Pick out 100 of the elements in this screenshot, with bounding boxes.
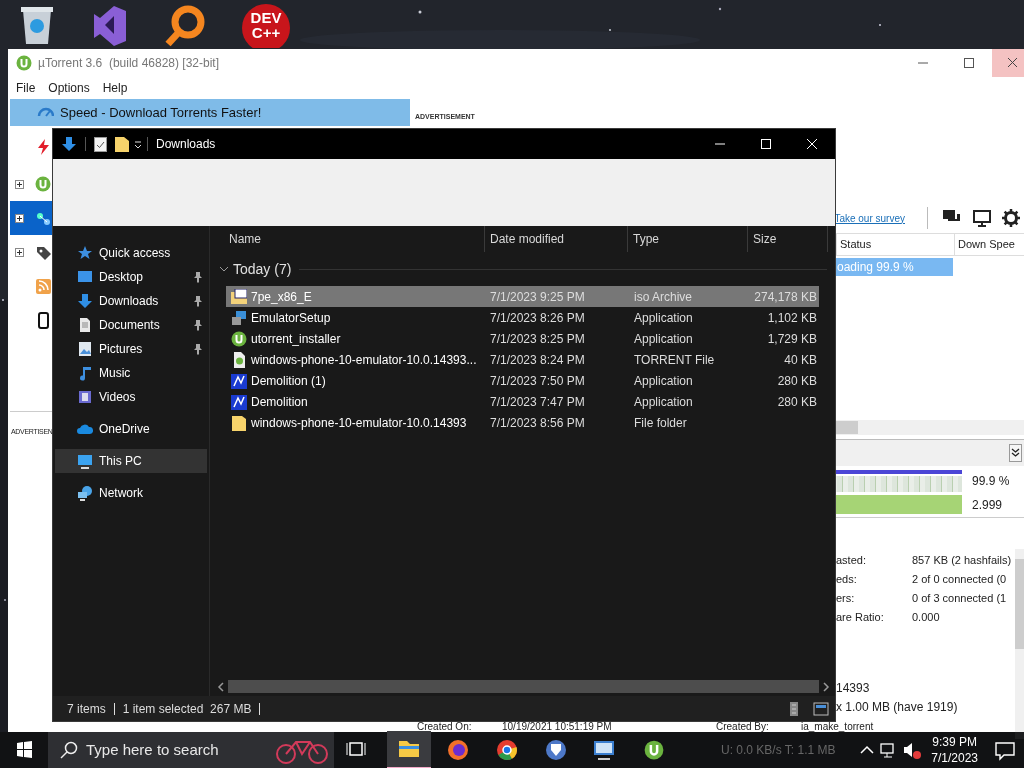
- date-cell-text: 7/1/2023 8:25 PM: [489, 330, 586, 348]
- pin-icon[interactable]: [192, 295, 204, 307]
- details-view-icon[interactable]: [787, 700, 801, 717]
- date-cell-text: 7/1/2023 9:25 PM: [489, 288, 586, 306]
- nav-item[interactable]: OneDrive: [55, 417, 207, 441]
- size-cell-text: 280 KB: [776, 393, 818, 411]
- network-icon: [77, 485, 93, 501]
- date-cell-text: 7/1/2023 8:26 PM: [489, 309, 586, 327]
- column-header[interactable]: Down Spee: [954, 234, 1022, 255]
- music-note-icon: [77, 365, 93, 381]
- monitor-icon[interactable]: [972, 209, 992, 227]
- column-header[interactable]: Type: [628, 226, 748, 252]
- group-header[interactable]: Today (7): [233, 258, 292, 280]
- file-row[interactable]: 7pe_x86_E 7/1/2023 9:25 PM iso Archive 274,178 KB: [226, 286, 819, 307]
- clock-date[interactable]: 7/1/2023: [931, 750, 978, 766]
- logo-text: C++: [251, 25, 281, 40]
- pictures-icon: [77, 341, 93, 357]
- desktop-icon: [77, 269, 93, 285]
- nav-item[interactable]: Videos: [55, 385, 207, 409]
- download-arrow-icon: [77, 293, 93, 309]
- field-label: are Ratio:: [836, 610, 885, 626]
- survey-link[interactable]: Take our survey: [834, 210, 905, 226]
- file-row[interactable]: Demolition (1) 7/1/2023 7:50 PM Application 280 KB: [226, 370, 819, 391]
- size-cell-text: 274,178 KB: [753, 288, 818, 306]
- nav-item[interactable]: Documents: [55, 313, 207, 337]
- expand-icon[interactable]: [15, 247, 25, 257]
- star-icon: [77, 245, 93, 261]
- file-row[interactable]: Demolition 7/1/2023 7:47 PM Application 280 KB: [226, 391, 819, 412]
- nav-item[interactable]: Music: [55, 361, 207, 385]
- nav-item[interactable]: Desktop: [55, 265, 207, 289]
- sidebar-item[interactable]: Speed - Download Torrents Faster!: [10, 99, 410, 126]
- folder-icon[interactable]: [115, 136, 129, 152]
- scroll-left-icon[interactable]: [216, 680, 226, 693]
- field-label: ers:: [836, 591, 856, 607]
- file-name: 7pe_x86_E: [251, 288, 312, 306]
- scrollbar[interactable]: [836, 420, 1024, 435]
- file-row[interactable]: windows-phone-10-emulator-10.0.14393 7/1/2023 8:56 PM File folder: [226, 412, 819, 433]
- type-cell-text: Application: [633, 393, 694, 411]
- expand-icon[interactable]: [15, 179, 25, 189]
- logo-text: DEV: [250, 10, 282, 25]
- clock-time[interactable]: 9:39 PM: [932, 734, 977, 750]
- devcpp-icon[interactable]: DEV C++: [242, 4, 290, 48]
- field-value: 10/19/2021 10:51:19 PM: [502, 722, 613, 732]
- menu-item[interactable]: File: [16, 79, 36, 97]
- column-header[interactable]: Size: [748, 226, 828, 252]
- file-row[interactable]: EmulatorSetup 7/1/2023 8:26 PM Application 1,102 KB: [226, 307, 819, 328]
- nav-item[interactable]: Downloads: [55, 289, 207, 313]
- collapse-icon[interactable]: [1009, 444, 1022, 462]
- menu-item[interactable]: Help: [102, 79, 128, 97]
- file-name: Demolition (1): [251, 372, 326, 390]
- window-title: Downloads: [156, 136, 216, 153]
- file-name: windows-phone-10-emulator-10.0.14393: [251, 414, 467, 432]
- menu-item[interactable]: Options: [48, 79, 90, 97]
- film-icon: [77, 389, 93, 405]
- date-cell-text: 7/1/2023 7:50 PM: [489, 372, 586, 390]
- date-cell-text: 7/1/2023 8:24 PM: [489, 351, 586, 369]
- search-icon: [60, 741, 78, 759]
- document-icon: [77, 317, 93, 333]
- application-icon: [231, 393, 247, 410]
- visual-studio-icon[interactable]: [92, 4, 128, 48]
- nav-item[interactable]: Quick access: [55, 241, 207, 265]
- column-header[interactable]: Name: [210, 226, 485, 252]
- pin-icon[interactable]: [192, 319, 204, 331]
- torrent-file-icon: [231, 351, 247, 368]
- file-row[interactable]: windows-phone-10-emulator-10.0.14393... 7/1/2023 8:24 PM TORRENT File 40 KB: [226, 349, 819, 370]
- field-label: asted:: [836, 553, 867, 569]
- properties-icon[interactable]: [94, 136, 107, 152]
- date-cell-text: 7/1/2023 8:56 PM: [489, 414, 586, 432]
- reading: 2.999: [972, 496, 1004, 514]
- tiles-view-icon[interactable]: [813, 701, 829, 716]
- application-icon: [231, 372, 247, 389]
- nav-item[interactable]: Network: [55, 481, 207, 505]
- field-value: 2 of 0 connected (0: [912, 572, 1007, 588]
- magnifier-icon[interactable]: [164, 4, 206, 48]
- field-value: 14393: [836, 679, 870, 697]
- scroll-right-icon[interactable]: [821, 680, 831, 693]
- field-value: ia_make_torrent: [801, 722, 874, 732]
- expand-icon[interactable]: [15, 213, 25, 223]
- status-text: U: 0.0 KB/s T: 1.1 MB: [721, 742, 836, 759]
- pin-icon[interactable]: [192, 343, 204, 355]
- download-arrow-icon[interactable]: [61, 136, 77, 152]
- size-cell-text: 1,729 KB: [766, 330, 818, 348]
- field-label: eds:: [836, 572, 858, 588]
- size-cell-text: 40 KB: [783, 351, 818, 369]
- field-value: 0.000: [912, 610, 940, 626]
- type-cell-text: Application: [633, 330, 694, 348]
- field-label: Created On:: [417, 722, 473, 732]
- utorrent-icon: [35, 175, 52, 193]
- file-row[interactable]: utorrent_installer 7/1/2023 8:25 PM Application 1,729 KB: [226, 328, 819, 349]
- lightning-icon: [35, 138, 52, 155]
- settings-icon[interactable]: [1002, 209, 1020, 227]
- pin-icon[interactable]: [192, 271, 204, 283]
- type-cell-text: File folder: [633, 414, 688, 432]
- folder-icon[interactable]: [387, 731, 431, 768]
- column-header[interactable]: Date modified: [485, 226, 628, 252]
- folder-icon: [231, 414, 247, 431]
- nav-item[interactable]: Pictures: [55, 337, 207, 361]
- status-text: 7 items: [67, 700, 106, 718]
- nav-item[interactable]: This PC: [55, 449, 207, 473]
- search-field[interactable]: Type here to search: [48, 732, 334, 768]
